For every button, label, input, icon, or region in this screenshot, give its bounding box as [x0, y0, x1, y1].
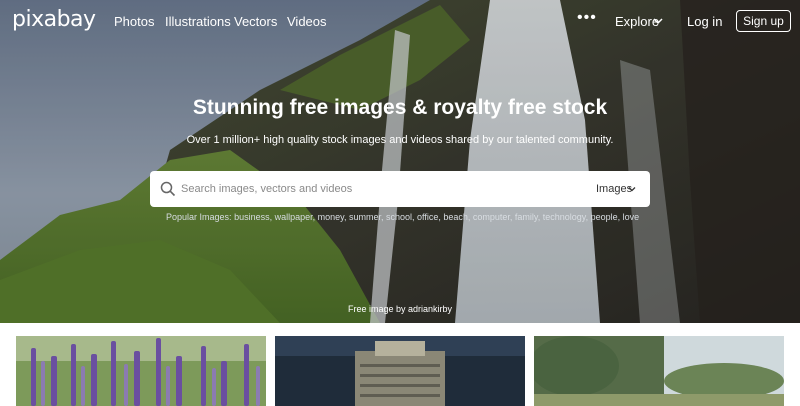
image-credit[interactable]: Free image by adriankirby: [0, 304, 800, 314]
nav-link-illustrations[interactable]: Illustrations: [165, 14, 231, 29]
popular-terms[interactable]: business, wallpaper, money, summer, scho…: [234, 212, 639, 222]
nav-link-vectors[interactable]: Vectors: [234, 14, 277, 29]
popular-searches: Popular Images: business, wallpaper, mon…: [166, 212, 666, 222]
chevron-down-icon[interactable]: [652, 15, 664, 27]
login-link[interactable]: Log in: [687, 14, 722, 29]
image-thumbnail[interactable]: [534, 336, 784, 406]
pixabay-logo[interactable]: pixabay: [12, 7, 96, 32]
ellipsis-icon[interactable]: •••: [577, 9, 597, 27]
hero-banner: [0, 0, 800, 323]
search-input[interactable]: [181, 179, 581, 199]
nav-link-videos[interactable]: Videos: [287, 14, 327, 29]
lavender-image: [16, 336, 266, 406]
search-icon[interactable]: [160, 181, 176, 197]
hero-subtitle: Over 1 million+ high quality stock image…: [186, 134, 614, 146]
search-bar: Images: [150, 171, 650, 207]
landscape-image: [534, 336, 784, 406]
popular-label: Popular Images:: [166, 212, 232, 222]
building-image: [275, 336, 525, 406]
hero-overlay: [0, 0, 800, 323]
chevron-down-icon[interactable]: [627, 184, 637, 194]
image-thumbnail[interactable]: [16, 336, 266, 406]
image-thumbnail[interactable]: [275, 336, 525, 406]
hero-title: Stunning free images & royalty free stoc…: [192, 96, 608, 119]
top-navigation: pixabay Photos Illustrations Vectors Vid…: [0, 0, 800, 44]
signup-button[interactable]: Sign up: [736, 10, 791, 32]
nav-link-photos[interactable]: Photos: [114, 14, 154, 29]
